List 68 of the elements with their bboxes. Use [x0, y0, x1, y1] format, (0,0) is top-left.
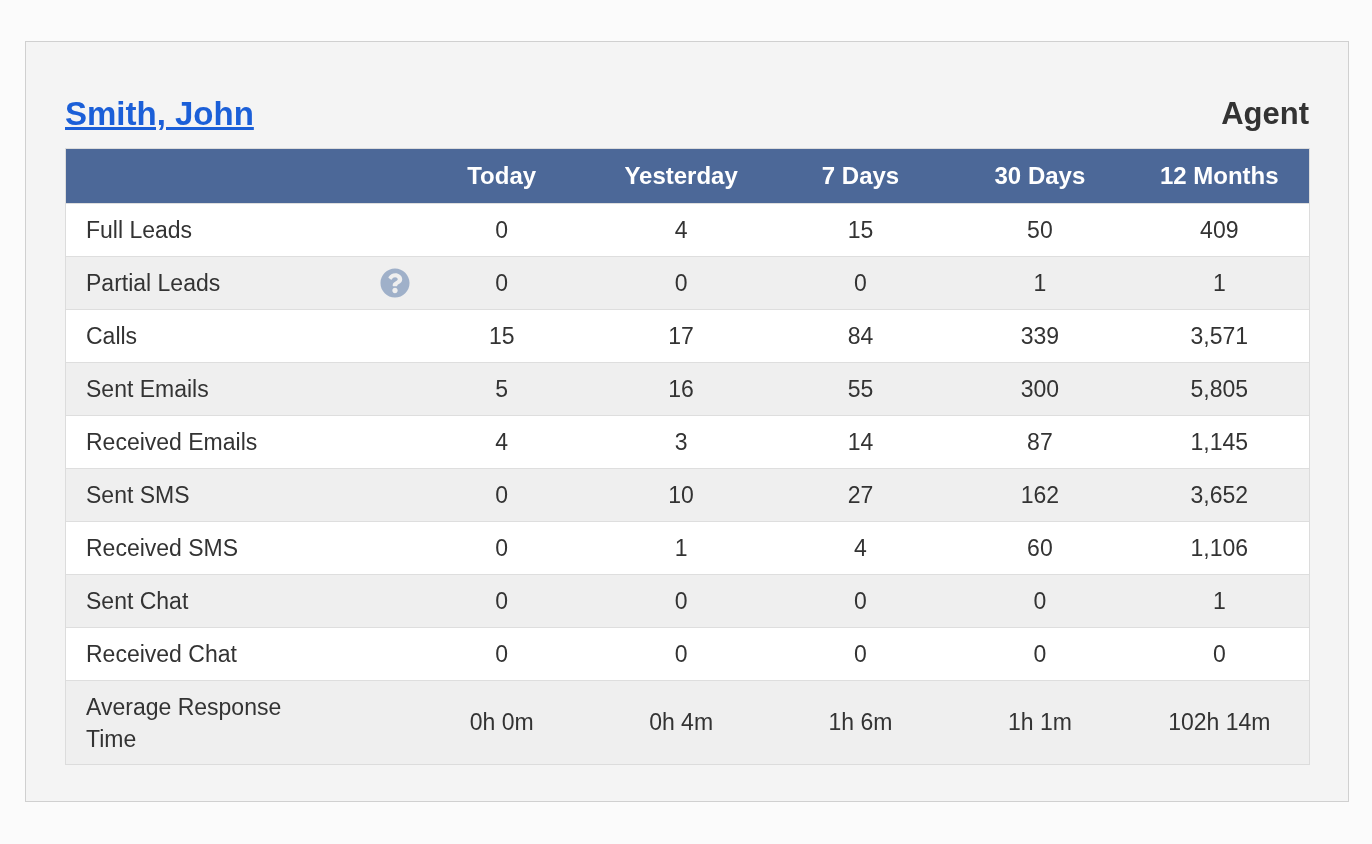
row-label: Received Chat — [86, 640, 238, 669]
agent-name-link[interactable]: Smith, John — [65, 94, 254, 134]
table-cell-text: 4 — [494, 427, 510, 457]
table-cell-text: 16 — [667, 374, 695, 404]
column-header: 30 Days — [993, 161, 1087, 191]
table-cell-text: 50 — [1026, 215, 1054, 245]
table-cell-text: 0 — [853, 639, 868, 669]
column-header: Today — [466, 161, 538, 191]
table-cell-text: 55 — [846, 374, 875, 404]
row-label: Sent Chat — [86, 587, 190, 616]
table-cell-text: 0h 0m — [468, 708, 535, 738]
table-cell-text: 0 — [494, 268, 510, 298]
table-cell-text: 102h 14m — [1167, 708, 1272, 738]
column-header: 12 Months — [1158, 161, 1280, 191]
row-label: Full Leads — [86, 216, 194, 245]
table-cell-text: 1 — [1211, 586, 1227, 616]
table-cell-text: 5 — [494, 374, 510, 404]
column-header: 7 Days — [820, 161, 901, 191]
column-header: Yesterday — [623, 161, 739, 191]
table-cell-text: 300 — [1019, 374, 1061, 404]
table-cell-text: 87 — [1026, 427, 1054, 457]
table-cell-text: 0 — [1032, 639, 1048, 669]
table-cell-text: 0 — [673, 268, 689, 298]
table-cell-text: 4 — [673, 215, 689, 245]
table-cell-text: 3,652 — [1189, 480, 1250, 510]
table-cell-text: 0 — [494, 639, 510, 669]
table-cell-text: 1 — [1032, 268, 1048, 298]
role-label: Agent — [1221, 95, 1309, 133]
table-cell-text: 60 — [1026, 533, 1054, 563]
table-cell-text: 17 — [667, 321, 695, 351]
table-cell-text: 0 — [673, 639, 689, 669]
table-cell-text: 162 — [1019, 480, 1061, 510]
table-cell-text: 1,106 — [1189, 533, 1250, 563]
row-label: Calls — [86, 322, 139, 351]
table-cell-text: 0 — [494, 533, 510, 563]
table-cell-text: 0 — [853, 268, 868, 298]
table-cell-text: 0 — [853, 586, 868, 616]
table-cell-text: 0h 4m — [648, 708, 715, 738]
table-cell-text: 27 — [846, 480, 875, 510]
row-label: Average Response Time — [86, 692, 283, 754]
table-cell-text: 409 — [1199, 215, 1240, 245]
row-label: Sent Emails — [86, 375, 210, 404]
table-cell-text: 1h 6m — [827, 708, 894, 738]
table-cell-text: 0 — [494, 215, 510, 245]
table-cell-text: 0 — [1032, 586, 1048, 616]
table-cell-text: 0 — [673, 586, 689, 616]
table-cell-text: 339 — [1019, 321, 1061, 351]
table-cell-text: 84 — [846, 321, 875, 351]
table-cell-text: 4 — [853, 533, 868, 563]
table-cell-text: 1,145 — [1189, 427, 1250, 457]
row-label: Partial Leads — [86, 269, 222, 298]
row-label: Received SMS — [86, 534, 240, 563]
table-cell-text: 14 — [846, 427, 875, 457]
table-cell-text: 5,805 — [1189, 374, 1250, 404]
table-cell-text: 1h 1m — [1006, 708, 1073, 738]
row-label: Received Emails — [86, 428, 259, 457]
table-cell-text: 1 — [1211, 268, 1227, 298]
table-cell-text: 15 — [846, 215, 875, 245]
help-icon[interactable] — [380, 268, 410, 298]
table-cell-text: 1 — [673, 533, 689, 563]
table-cell-text: 10 — [667, 480, 695, 510]
table-cell-text: 15 — [487, 321, 516, 351]
table-cell-text: 0 — [494, 480, 510, 510]
row-label: Sent SMS — [86, 481, 191, 510]
table-cell-text: 3 — [673, 427, 689, 457]
table-cell-text: 0 — [494, 586, 510, 616]
table-cell-text: 0 — [1211, 639, 1227, 669]
table-cell-text: 3,571 — [1189, 321, 1250, 351]
